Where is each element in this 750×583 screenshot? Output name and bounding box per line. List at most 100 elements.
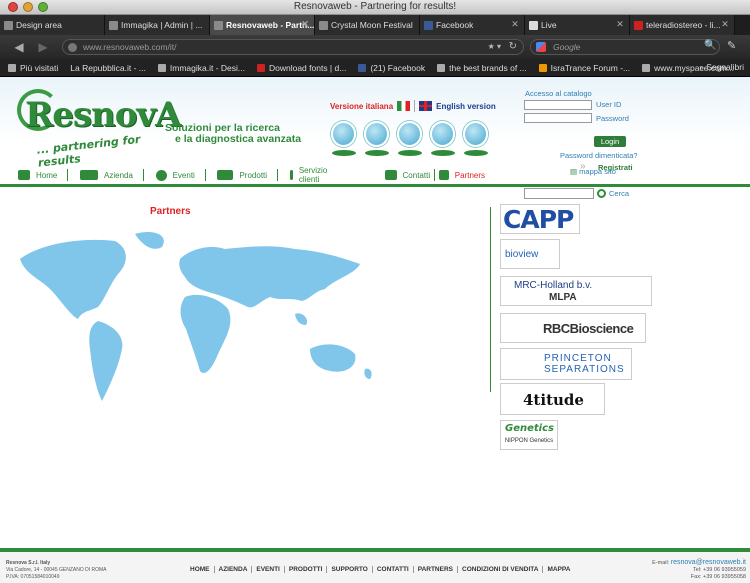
partner-bioview-logo[interactable]: bioview	[500, 239, 560, 269]
content-divider	[490, 207, 491, 392]
uk-flag-icon[interactable]	[419, 101, 433, 111]
tab-immagika-admin[interactable]: Immagika | Admin | ...	[105, 15, 210, 35]
footer-link-mappa[interactable]: MAPPA	[543, 566, 574, 573]
info-icon	[289, 170, 293, 180]
nav-label: Partners	[454, 170, 485, 180]
search-icon[interactable]: 🔍	[704, 40, 716, 51]
nav-label: Azienda	[104, 170, 133, 180]
search-field[interactable]: Google	[530, 39, 720, 55]
search-placeholder: Google	[553, 42, 581, 52]
dna-icon	[331, 121, 356, 147]
footer-link-azienda[interactable]: AZIENDA	[215, 566, 253, 573]
italian-link[interactable]: Versione italiana	[330, 102, 393, 111]
search-icon[interactable]	[597, 189, 606, 198]
login-button[interactable]: Login	[594, 136, 626, 147]
myspace-icon	[642, 63, 651, 72]
tab-crystal-moon[interactable]: Crystal Moon Festival	[315, 15, 420, 35]
italy-flag-icon[interactable]	[397, 101, 411, 111]
site-logo[interactable]: ResnovA ... partnering for results	[15, 87, 182, 170]
partner-name: RBCBioscience	[543, 321, 634, 336]
nav-partners[interactable]: Partners	[438, 170, 495, 180]
bookmark-item[interactable]: La Repubblica.it - ...	[70, 63, 146, 73]
close-tab-icon[interactable]: ✕	[300, 19, 310, 29]
sitemap-link[interactable]: ▤ mappa sito	[570, 167, 616, 176]
partner-princeton-logo[interactable]: PRINCETON SEPARATIONS	[500, 348, 632, 380]
tab-design-area[interactable]: Design area	[0, 15, 105, 35]
close-tab-icon[interactable]: ✕	[510, 19, 520, 29]
bookmarks-menu[interactable]: » Segnalibri	[699, 62, 744, 72]
bookmark-item[interactable]: Download fonts | d...	[256, 63, 346, 73]
nav-azienda[interactable]: Azienda	[80, 170, 143, 180]
footer-link-supporto[interactable]: SUPPORTO	[327, 566, 373, 573]
window-title: Resnovaweb - Partnering for results!	[293, 1, 457, 12]
sitemap-label: mappa sito	[579, 167, 616, 176]
page-icon	[214, 20, 223, 30]
facebook-icon	[358, 63, 367, 72]
partner-capp-logo[interactable]: CAPP	[500, 204, 580, 234]
site-header: ResnovA ... partnering for results Soluz…	[0, 77, 750, 185]
category-flask[interactable]	[429, 121, 456, 156]
partner-4titude-logo[interactable]: 4titude	[500, 383, 605, 415]
logo-wordmark: ResnovA	[25, 95, 182, 135]
forgot-password-link[interactable]: Password dimenticata?	[560, 151, 638, 160]
address-bar[interactable]: www.resnovaweb.com/it/ ★ ▾ ↻	[62, 39, 524, 55]
tab-live[interactable]: Live ✕	[525, 15, 630, 35]
nav-contatti[interactable]: Contatti	[384, 170, 441, 180]
footer-link-home[interactable]: HOME	[186, 566, 215, 573]
footer-link-condizioni[interactable]: CONDIZIONI DI VENDITA	[458, 566, 544, 573]
bookmark-label: (21) Facebook	[370, 62, 426, 73]
tab-label: Crystal Moon Festival	[331, 20, 413, 30]
company-vat: P.IVA: 07051584010049	[6, 574, 60, 580]
close-tab-icon[interactable]: ✕	[720, 19, 730, 29]
bookmark-item[interactable]: Più visitati	[8, 63, 58, 73]
reload-icon[interactable]: ↻	[509, 40, 517, 54]
category-cell[interactable]	[363, 121, 390, 156]
nav-servizio-clienti[interactable]: Servizio clienti	[289, 166, 341, 184]
category-virus[interactable]	[462, 121, 489, 156]
bookmark-item[interactable]: (21) Facebook	[358, 63, 425, 73]
bookmarks-menu-label: Segnalibri	[706, 62, 744, 72]
category-dna[interactable]	[330, 121, 357, 156]
english-link[interactable]: English version	[436, 102, 496, 111]
tab-bar: Design area Immagika | Admin | ... Resno…	[0, 15, 750, 35]
bookmark-label: Immagika.it - Desi...	[169, 62, 245, 73]
tab-label: Live	[541, 20, 557, 30]
close-tab-icon[interactable]: ✕	[615, 19, 625, 29]
page-icon	[109, 20, 118, 30]
nav-home[interactable]: Home	[0, 170, 67, 180]
bookmark-item[interactable]: the best brands of ...	[437, 63, 527, 73]
teleradio-icon	[634, 20, 643, 30]
tab-facebook[interactable]: Facebook ✕	[420, 15, 525, 35]
nav-eventi[interactable]: Eventi	[155, 169, 205, 181]
partner-rbc-bioscience-logo[interactable]: RBCBioscience	[500, 313, 646, 343]
forward-arrow-icon[interactable]: ▶	[34, 40, 52, 54]
back-arrow-icon[interactable]: ◀	[10, 40, 28, 54]
footer-link-partners[interactable]: PARTNERS	[414, 566, 458, 573]
email-link[interactable]: resnova@resnovaweb.it	[671, 559, 746, 566]
category-antibody[interactable]	[396, 121, 423, 156]
wrench-icon[interactable]: ✎	[727, 39, 736, 52]
nav-prodotti[interactable]: Prodotti	[217, 170, 277, 180]
footer-link-contatti[interactable]: CONTATTI	[373, 566, 414, 573]
main-nav: Home Azienda Eventi Prodotti Servizio cl…	[0, 166, 495, 184]
google-icon	[536, 42, 546, 52]
globe-icon	[68, 43, 77, 52]
partner-mrc-holland-logo[interactable]: MRC-Holland b.v. MLPA	[500, 276, 652, 306]
tab-resnovaweb[interactable]: Resnovaweb - Partn... ✕	[210, 15, 315, 35]
icon-base	[397, 150, 422, 156]
login-heading: Accesso al catalogo	[525, 89, 592, 98]
user-id-input[interactable]	[524, 100, 592, 110]
bookmark-item[interactable]: IsraTrance Forum -...	[538, 63, 630, 73]
bookmark-icon	[157, 63, 166, 72]
footer-link-eventi[interactable]: EVENTI	[252, 566, 285, 573]
search-button[interactable]: Cerca	[609, 189, 629, 198]
password-input[interactable]	[524, 113, 592, 123]
tab-teleradiostereo[interactable]: teleradiostereo - li... ✕	[630, 15, 735, 35]
bookmark-star-icon[interactable]: ★ ▾	[488, 40, 501, 54]
site-search-input[interactable]	[524, 188, 594, 199]
partner-nippon-genetics-logo[interactable]: Genetics NIPPON Genetics	[500, 420, 558, 450]
phone-number: Tel: +39 06 93955059	[692, 567, 746, 573]
bookmark-icon	[256, 63, 265, 72]
bookmark-item[interactable]: Immagika.it - Desi...	[157, 62, 245, 73]
footer-link-prodotti[interactable]: PRODOTTI	[285, 566, 328, 573]
